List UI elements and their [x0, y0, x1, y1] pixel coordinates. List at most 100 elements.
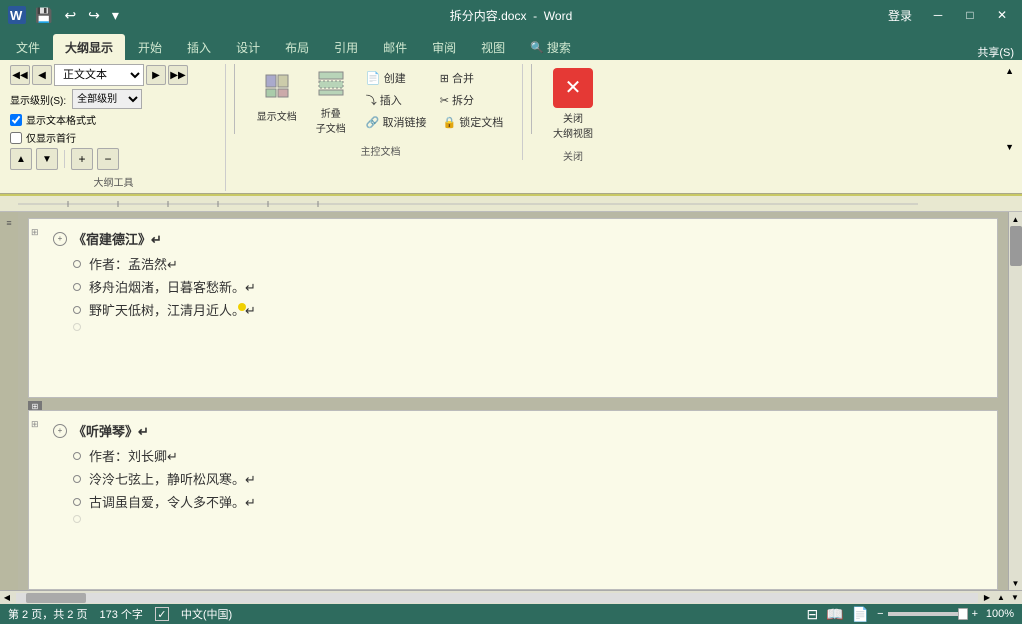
scroll-right-button[interactable]: ▶ [980, 591, 994, 605]
create-button[interactable]: 📄 创建 [360, 68, 430, 88]
show-text-format-checkbox[interactable] [10, 114, 22, 126]
language-label: 中文(中国) [181, 606, 232, 622]
unlink-lock-row: 🔗 取消链接 🔒 锁定文档 [360, 112, 509, 132]
fold-subdoc-button[interactable]: 折叠 子文档 [306, 64, 356, 139]
master-right-col: 📄 创建 ⊞ 合并 ⤵ 插入 ✂ 拆分 [360, 64, 509, 132]
move-down-button[interactable]: ▼ [36, 148, 58, 170]
tab-search[interactable]: 🔍 搜索 [518, 34, 583, 60]
lock-doc-button[interactable]: 🔒 锁定文档 [437, 112, 510, 132]
page1-line3: 野旷天低树，江清月近人。↵ [53, 300, 987, 319]
title-center: 拆分内容.docx - Word [450, 7, 572, 24]
scroll-up-button[interactable]: ▲ [1009, 212, 1022, 226]
ribbon-scroll-down[interactable]: ▼ [1005, 142, 1014, 152]
word-logo-icon: W [8, 6, 26, 24]
page2-title: 《听弹琴》↵ [73, 421, 149, 440]
show-first-line-checkbox[interactable] [10, 132, 22, 144]
login-button[interactable]: 登录 [882, 5, 918, 26]
filename-label: 拆分内容.docx [450, 9, 527, 23]
status-bar: 第 2 页，共 2 页 173 个字 ✓ 中文(中国) ⊟ 📖 📄 − + 10… [0, 604, 1022, 624]
zoom-out-button[interactable]: − [877, 608, 883, 620]
tab-view[interactable]: 视图 [469, 34, 517, 60]
minimize-icon[interactable]: ─ [926, 5, 950, 25]
close-outline-icon: ✕ [553, 68, 593, 108]
save-quick-icon[interactable]: 💾 [32, 5, 55, 26]
maximize-icon[interactable]: □ [958, 5, 982, 25]
move-up-button[interactable]: ▲ [10, 148, 32, 170]
tab-insert[interactable]: 插入 [175, 34, 223, 60]
tab-outline[interactable]: 大纲显示 [53, 34, 125, 60]
promote-button[interactable]: ◀ [32, 65, 52, 85]
close-outline-button[interactable]: ✕ 关闭 大纲视图 [548, 64, 598, 144]
zoom-slider[interactable] [888, 612, 968, 616]
page2-line1: 作者：刘长卿↵ [53, 446, 987, 465]
merge-button[interactable]: ⊞ 合并 [434, 68, 504, 88]
tab-mailings[interactable]: 邮件 [371, 34, 419, 60]
tabs-row: 文件 大纲显示 开始 插入 设计 布局 引用 邮件 审阅 视图 🔍 搜索 共享(… [0, 30, 1022, 60]
demote-button[interactable]: ▶ [146, 65, 166, 85]
show-doc-button[interactable]: 显示文档 [252, 64, 302, 130]
close-icon[interactable]: ✕ [990, 5, 1014, 25]
promote-to-heading1-button[interactable]: ◀◀ [10, 65, 30, 85]
page2-empty-line [53, 515, 987, 523]
show-text-format-row: 显示文本格式式 [10, 112, 96, 127]
scroll-down-button[interactable]: ▼ [1009, 576, 1022, 590]
insert-icon: ⤵ [366, 92, 377, 108]
expand-button[interactable]: + [71, 148, 93, 170]
scroll-left-button[interactable]: ◀ [0, 591, 14, 605]
create-merge-row: 📄 创建 ⊞ 合并 [360, 68, 509, 88]
undo-quick-icon[interactable]: ↩ [61, 5, 79, 26]
bottom-scrollbar: ◀ ▶ ▲ ▼ [0, 590, 1022, 604]
outline-row1: ◀◀ ◀ 正文文本 1级 2级 3级 ▶ ▶▶ [10, 64, 188, 86]
page1-content: + 《宿建德江》↵ 作者：孟浩然↵ 移舟泊烟渚，日暮客愁新。↵ 野旷天低 [35, 229, 987, 331]
page2-bullet3 [73, 498, 81, 506]
page1-line2: 移舟泊烟渚，日暮客愁新。↵ [53, 277, 987, 296]
show-level-label: 显示级别(S): [10, 92, 66, 107]
app-name-label: Word [544, 9, 572, 23]
collapse-button[interactable]: − [97, 148, 119, 170]
scroll-thumb[interactable] [1010, 226, 1022, 266]
tab-layout[interactable]: 布局 [273, 34, 321, 60]
next-page-button[interactable]: ▼ [1008, 591, 1022, 605]
scroll-h-thumb[interactable] [26, 593, 86, 603]
tab-design[interactable]: 设计 [224, 34, 272, 60]
merge-icon: ⊞ [440, 72, 449, 85]
show-level-select[interactable]: 全部级别 1级 2级 [72, 89, 142, 109]
page-2: ⊞ + 《听弹琴》↵ 作者：刘长卿↵ 泠泠七弦上，静听松风寒。↵ [28, 410, 998, 590]
close-outline-label: 关闭 大纲视图 [553, 110, 593, 140]
show-first-line-label: 仅显示首行 [26, 130, 76, 145]
close-label: 关闭 [544, 144, 602, 163]
unlink-button[interactable]: 🔗 取消链接 [360, 112, 433, 132]
tab-home[interactable]: 开始 [126, 34, 174, 60]
demote-to-body-button[interactable]: ▶▶ [168, 65, 188, 85]
share-button[interactable]: 共享(S) [977, 44, 1014, 60]
search-icon: 🔍 [530, 41, 544, 54]
master-doc-label: 主控文档 [247, 139, 514, 158]
insert-button[interactable]: ⤵ 插入 [360, 90, 430, 110]
tab-file[interactable]: 文件 [4, 34, 52, 60]
ribbon-scroll-up[interactable]: ▲ [1005, 66, 1014, 76]
level-select[interactable]: 正文文本 1级 2级 3级 [54, 64, 144, 86]
redo-quick-icon[interactable]: ↪ [85, 5, 103, 26]
page1-text1: 作者：孟浩然↵ [89, 254, 178, 273]
ribbon-content: ◀◀ ◀ 正文文本 1级 2级 3级 ▶ ▶▶ 显示级别(S): 全部级别 [0, 60, 1022, 193]
svg-text:W: W [10, 8, 23, 23]
page2-line2: 泠泠七弦上，静听松风寒。↵ [53, 469, 987, 488]
tab-review[interactable]: 审阅 [420, 34, 468, 60]
layout-view-icon[interactable]: ⊟ [807, 606, 819, 623]
split-button[interactable]: ✂ 拆分 [434, 90, 504, 110]
page1-line1: 作者：孟浩然↵ [53, 254, 987, 273]
page1-text3: 野旷天低树，江清月近人。↵ [89, 300, 256, 319]
tab-references[interactable]: 引用 [322, 34, 370, 60]
print-view-icon[interactable]: 📄 [852, 606, 869, 623]
zoom-in-button[interactable]: + [972, 608, 978, 620]
pages-area[interactable]: ⊞ + 《宿建德江》↵ 作者：孟浩然↵ 移舟泊烟渚，日暮客愁新 [18, 212, 1008, 590]
page1-text2: 移舟泊烟渚，日暮客愁新。↵ [89, 277, 256, 296]
prev-page-button[interactable]: ▲ [994, 591, 1008, 605]
page1-expand-dot[interactable]: + [53, 232, 67, 246]
title-bar: W 💾 ↩ ↪ ▾ 拆分内容.docx - Word 登录 ─ □ ✕ [0, 0, 1022, 30]
quickaccess-dropdown-icon[interactable]: ▾ [109, 5, 122, 26]
right-scrollbar: ▲ ▼ [1008, 212, 1022, 590]
page2-expand-dot[interactable]: + [53, 424, 67, 438]
read-view-icon[interactable]: 📖 [826, 606, 843, 623]
move-row: ▲ ▼ + − [10, 148, 119, 170]
